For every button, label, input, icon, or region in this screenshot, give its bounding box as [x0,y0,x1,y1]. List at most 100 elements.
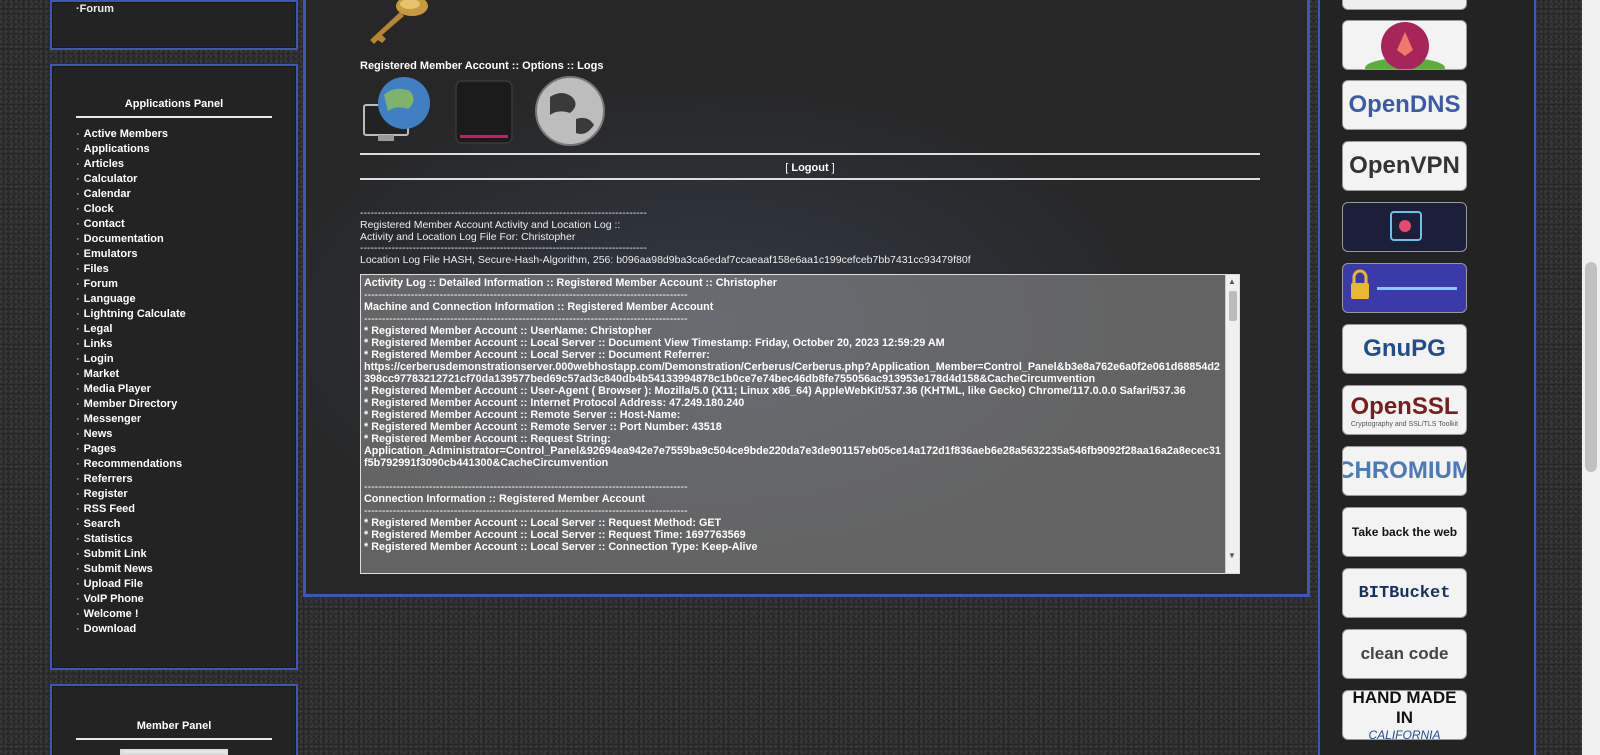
key-icon [370,0,428,44]
menu-item-statistics[interactable]: · Statistics [76,532,272,547]
menu-item-applications[interactable]: · Applications [76,142,272,157]
log-line: * Registered Member Account :: Local Ser… [364,349,710,361]
page-scroll-thumb[interactable] [1585,262,1597,472]
storage-drive-icon[interactable] [446,75,522,147]
menu-item-voip-phone[interactable]: · VoIP Phone [76,592,272,607]
logout-row: [ Logout ] [785,162,835,174]
padlock-code-icon [1351,269,1457,299]
menu-item-calendar[interactable]: · Calendar [76,187,272,202]
menu-item-pages[interactable]: · Pages [76,442,272,457]
badge-opendns[interactable]: OpenDNS [1342,80,1467,130]
log-line: * Registered Member Account :: Local Ser… [364,337,945,349]
right-sidebar: OpenDNS OpenVPN GnuPG OpenSSL Cryptography a… [1318,0,1536,755]
menu-item-links[interactable]: · Links [76,337,272,352]
log-scroll-thumb[interactable] [1229,291,1237,321]
top-panel: ·Forum [50,0,298,50]
computer-globe-icon[interactable] [360,75,436,147]
lotus-logo-icon [1365,22,1445,69]
left-sidebar: ·Forum Applications Panel · Active Member… [50,0,298,755]
logout-link[interactable]: Logout [791,162,828,174]
log-line: * Registered Member Account :: Local Ser… [364,517,722,529]
log-line: * Registered Member Account :: Local Ser… [364,541,758,553]
machine-heading: Machine and Connection Information :: Re… [364,301,714,313]
badge-partial-top[interactable] [1342,0,1467,10]
applications-panel: Applications Panel · Active Members · Appli… [50,64,298,670]
network-lock-icon [1390,211,1422,241]
menu-item-calculator[interactable]: · Calculator [76,172,272,187]
log-line: Application_Administrator=Control_Panel&… [364,445,1221,469]
menu-item-news[interactable]: · News [76,427,272,442]
menu-item-articles[interactable]: · Articles [76,157,272,172]
menu-item-upload-file[interactable]: · Upload File [76,577,272,592]
member-panel-title: Member Panel [76,720,272,740]
log-line: * Registered Member Account :: Internet … [364,397,745,409]
badge-padlock-code[interactable] [1342,263,1467,313]
menu-item-files[interactable]: · Files [76,262,272,277]
menu-item-search[interactable]: · Search [76,517,272,532]
log-line: * Registered Member Account :: UserName:… [364,325,652,337]
applications-panel-title: Applications Panel [76,98,272,118]
applications-menu: · Active Members · Applications · Articles · Ca… [76,127,272,637]
badge-bitbucket[interactable]: BITBucket [1342,568,1467,618]
menu-item-member-directory[interactable]: · Member Directory [76,397,272,412]
badge-openvpn[interactable]: OpenVPN [1342,141,1467,191]
badge-lotus[interactable] [1342,20,1467,70]
menu-item-forum-top[interactable]: ·Forum [76,2,296,15]
menu-item-forum[interactable]: · Forum [76,277,272,292]
member-avatar[interactable] [120,749,228,755]
log-line: * Registered Member Account :: Request S… [364,433,611,445]
log-line: * Registered Member Account :: User-Agen… [364,385,1186,397]
log-line: * Registered Member Account :: Remote Se… [364,421,722,433]
menu-item-register[interactable]: · Register [76,487,272,502]
log-heading: Activity Log :: Detailed Information :: … [364,277,777,289]
badge-firefox[interactable]: Take back the web [1342,507,1467,557]
log-scrollbar[interactable]: ▲ ▼ [1225,275,1239,573]
log-line: * Registered Member Account :: Remote Se… [364,409,681,421]
log-info: ----------------------------------------… [360,207,971,267]
log-title: Registered Member Account Activity and L… [360,218,621,231]
log-line: https://cerberusdemonstrationserver.000w… [364,361,1220,385]
menu-item-active-members[interactable]: · Active Members [76,127,272,142]
activity-log-textarea[interactable]: Activity Log :: Detailed Information :: … [360,274,1240,574]
badge-chromium[interactable]: CHROMIUM [1342,446,1467,496]
badge-lock-network[interactable] [1342,202,1467,252]
divider-top [360,153,1260,155]
scroll-up-icon[interactable]: ▲ [1228,277,1236,287]
main-content: Registered Member Account :: Options :: … [303,0,1310,597]
account-options-links[interactable]: Registered Member Account :: Options :: … [360,60,603,72]
divider-bottom [360,178,1260,180]
menu-item-clock[interactable]: · Clock [76,202,272,217]
log-line: * Registered Member Account :: Local Ser… [364,529,746,541]
badge-openssl[interactable]: OpenSSL Cryptography and SSL/TLS Toolkit [1342,385,1467,435]
badge-handmade[interactable]: HAND MADE IN CALIFORNIA [1342,690,1467,740]
connection-lines: * Registered Member Account :: Local Ser… [364,517,1221,553]
scroll-down-icon[interactable]: ▼ [1228,551,1236,561]
menu-item-download[interactable]: · Download [76,622,272,637]
menu-item-emulators[interactable]: · Emulators [76,247,272,262]
connection-heading: Connection Information :: Registered Mem… [364,493,645,505]
member-panel: Member Panel [50,684,298,755]
account-icons-row [360,75,608,147]
menu-item-referrers[interactable]: · Referrers [76,472,272,487]
menu-item-language[interactable]: · Language [76,292,272,307]
menu-item-documentation[interactable]: · Documentation [76,232,272,247]
menu-item-lightning-calculate[interactable]: · Lightning Calculate [76,307,272,322]
menu-item-media-player[interactable]: · Media Player [76,382,272,397]
menu-item-login[interactable]: · Login [76,352,272,367]
menu-item-messenger[interactable]: · Messenger [76,412,272,427]
machine-lines: * Registered Member Account :: UserName:… [364,325,1221,469]
menu-item-submit-news[interactable]: · Submit News [76,562,272,577]
menu-item-rss-feed[interactable]: · RSS Feed [76,502,272,517]
menu-item-recommendations[interactable]: · Recommendations [76,457,272,472]
activity-log-content: Activity Log :: Detailed Information :: … [364,277,1221,553]
badge-gnupg[interactable]: GnuPG [1342,324,1467,374]
menu-item-welcome[interactable]: · Welcome ! [76,607,272,622]
menu-item-legal[interactable]: · Legal [76,322,272,337]
page-scrollbar[interactable] [1582,0,1600,755]
menu-item-contact[interactable]: · Contact [76,217,272,232]
badge-cleancode[interactable]: clean code [1342,629,1467,679]
world-globe-icon[interactable] [532,75,608,147]
menu-item-market[interactable]: · Market [76,367,272,382]
menu-item-submit-link[interactable]: · Submit Link [76,547,272,562]
log-hash: Location Log File HASH, Secure-Hash-Algo… [360,254,971,267]
